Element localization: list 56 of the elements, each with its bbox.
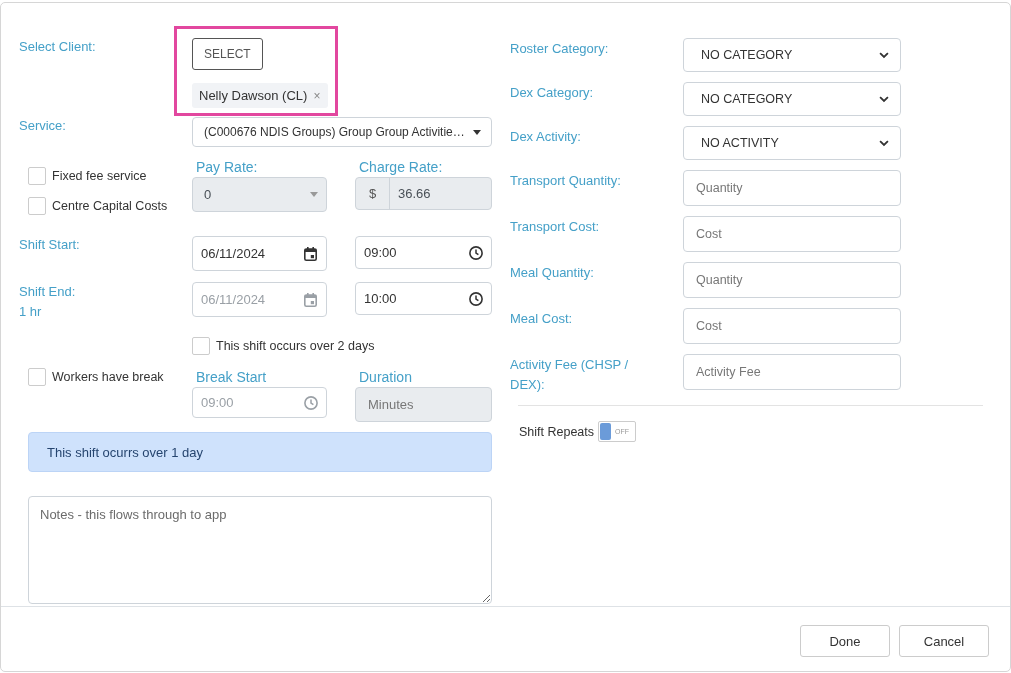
- date-input[interactable]: 06/11/2024: [192, 236, 327, 271]
- info-alert: This shift ocurrs over 1 day: [28, 432, 492, 472]
- clock-icon: [304, 395, 318, 410]
- notes-textarea[interactable]: Notes - this flows through to app: [28, 496, 492, 604]
- field-label: Meal Quantity:: [510, 264, 595, 282]
- clock-icon: [469, 291, 483, 306]
- text-input[interactable]: Cost: [683, 308, 901, 344]
- checkbox[interactable]: [28, 197, 46, 215]
- field-label: Roster Category:: [510, 40, 610, 58]
- currency-addon: $: [356, 178, 390, 209]
- field-label: Transport Quantity:: [510, 172, 622, 190]
- dropdown[interactable]: (C000676 NDIS Groups) Group Group Activitie…: [192, 117, 492, 147]
- field-label: Charge Rate:: [358, 158, 444, 177]
- checkbox-label: Fixed fee service: [52, 169, 147, 183]
- clock-icon: [469, 245, 483, 260]
- dropdown[interactable]: NO CATEGORY: [683, 38, 901, 72]
- field-label: Break Start: [195, 368, 268, 387]
- field-label: Duration: [358, 368, 413, 387]
- field-label: Shift Start:: [19, 236, 81, 254]
- field-label: Service:: [19, 117, 67, 135]
- field-label: Meal Cost:: [510, 310, 574, 328]
- shift-length: 1 hr: [19, 303, 42, 321]
- chevron-down-icon: [879, 51, 889, 59]
- time-input[interactable]: 09:00: [355, 236, 492, 269]
- checkbox-label: This shift occurs over 2 days: [216, 339, 375, 353]
- text-input[interactable]: Cost: [683, 216, 901, 252]
- field-label: Dex Category:: [510, 84, 595, 102]
- footer-button[interactable]: Cancel: [899, 625, 989, 657]
- text-input[interactable]: Quantity: [683, 170, 901, 206]
- calendar-icon: [304, 292, 317, 307]
- text-input[interactable]: Quantity: [683, 262, 901, 298]
- field-label: Activity Fee (CHSP / DEX):: [510, 356, 630, 394]
- checkbox[interactable]: [28, 368, 46, 386]
- checkbox-label: Workers have break: [52, 370, 164, 384]
- field-value: 36.66: [397, 186, 431, 201]
- field-label: Pay Rate:: [195, 158, 259, 177]
- caret-down-icon: [473, 129, 481, 135]
- field-label: Shift End:: [19, 283, 76, 301]
- field-label: Dex Activity:: [510, 128, 582, 146]
- calendar-icon: [304, 246, 317, 261]
- dropdown[interactable]: NO ACTIVITY: [683, 126, 901, 160]
- dropdown[interactable]: NO CATEGORY: [683, 82, 901, 116]
- footer-button[interactable]: Done: [800, 625, 890, 657]
- checkbox[interactable]: [192, 337, 210, 355]
- checkbox-label: Centre Capital Costs: [52, 199, 168, 213]
- time-input[interactable]: 10:00: [355, 282, 492, 315]
- tag-label: Nelly Dawson (CL): [199, 88, 308, 103]
- chevron-down-icon: [879, 95, 889, 103]
- checkbox[interactable]: [28, 167, 46, 185]
- field-label: Transport Cost:: [510, 218, 601, 236]
- text-input[interactable]: Activity Fee: [683, 354, 901, 390]
- switch-label: Shift Repeats: [519, 424, 595, 439]
- caret-down-icon: [310, 192, 318, 197]
- select-button[interactable]: SELECT: [192, 38, 263, 70]
- field-label: Select Client:: [19, 38, 97, 56]
- chevron-down-icon: [879, 139, 889, 147]
